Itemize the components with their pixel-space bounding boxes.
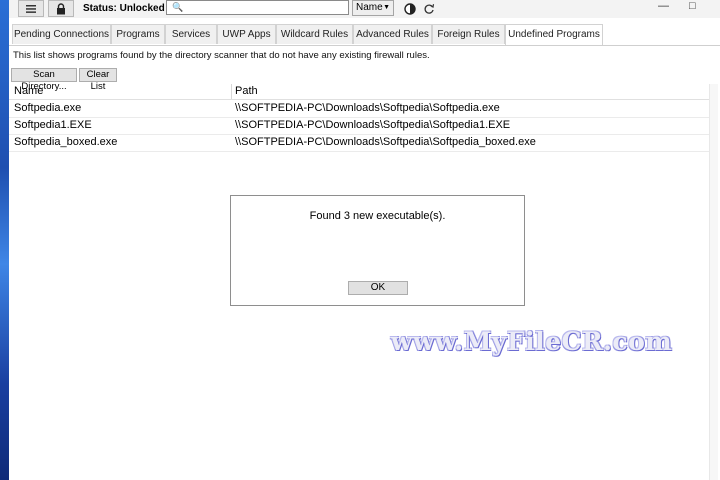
tab-services[interactable]: Services: [165, 24, 217, 44]
minimize-button[interactable]: —: [658, 0, 669, 12]
search-icon: 🔍: [172, 2, 184, 12]
tab-bar: Pending Connections Programs Services UW…: [9, 24, 720, 46]
lock-icon: [57, 2, 65, 14]
program-path: \\SOFTPEDIA-PC\Downloads\Softpedia\Softp…: [235, 136, 536, 148]
search-input[interactable]: [183, 2, 343, 13]
column-header-path[interactable]: Path: [235, 85, 258, 97]
lock-button[interactable]: [48, 0, 74, 17]
watermark-text: www.MyFileCR.com: [391, 327, 673, 356]
list-item[interactable]: Softpedia_boxed.exe \\SOFTPEDIA-PC\Downl…: [9, 134, 713, 152]
desktop-background-strip: [0, 0, 9, 480]
list-item[interactable]: Softpedia.exe \\SOFTPEDIA-PC\Downloads\S…: [9, 100, 713, 118]
tab-advanced-rules[interactable]: Advanced Rules: [353, 24, 432, 44]
globe-toggle-icon[interactable]: [404, 3, 416, 15]
tab-wildcard-rules[interactable]: Wildcard Rules: [276, 24, 353, 44]
tab-undefined-programs[interactable]: Undefined Programs: [505, 24, 603, 45]
program-path: \\SOFTPEDIA-PC\Downloads\Softpedia\Softp…: [235, 102, 500, 114]
ok-button[interactable]: OK: [348, 281, 408, 295]
refresh-icon[interactable]: [423, 3, 435, 15]
scan-directory-button[interactable]: Scan Directory...: [11, 68, 77, 92]
list-item[interactable]: Softpedia1.EXE \\SOFTPEDIA-PC\Downloads\…: [9, 117, 713, 135]
tab-description: This list shows programs found by the di…: [13, 50, 430, 61]
chevron-down-icon: ▼: [383, 4, 390, 11]
program-name: Softpedia.exe: [14, 102, 82, 114]
clear-list-button[interactable]: Clear List: [79, 68, 117, 92]
sort-select[interactable]: Name ▼: [352, 0, 394, 16]
tab-pending-connections[interactable]: Pending Connections: [12, 24, 111, 44]
toolbar: Status: Unlocked 🔍 Name ▼ — □: [9, 0, 720, 18]
tab-programs[interactable]: Programs: [111, 24, 165, 44]
tinywall-window: Status: Unlocked 🔍 Name ▼ — □ Pending Co…: [9, 0, 720, 480]
hamburger-icon: [26, 4, 36, 13]
message-dialog: Found 3 new executable(s). OK: [230, 195, 525, 306]
dialog-message: Found 3 new executable(s).: [309, 210, 446, 222]
maximize-button[interactable]: □: [689, 0, 696, 12]
vertical-scrollbar[interactable]: [709, 84, 718, 480]
tab-foreign-rules[interactable]: Foreign Rules: [432, 24, 505, 44]
tab-uwp-apps[interactable]: UWP Apps: [217, 24, 276, 44]
column-divider[interactable]: [231, 84, 232, 99]
program-name: Softpedia1.EXE: [14, 119, 92, 131]
program-name: Softpedia_boxed.exe: [14, 136, 118, 148]
column-header-name[interactable]: Name: [14, 85, 43, 97]
menu-button[interactable]: [18, 0, 44, 17]
status-label: Status: Unlocked: [83, 3, 165, 14]
sort-select-value: Name: [356, 2, 383, 13]
program-path: \\SOFTPEDIA-PC\Downloads\Softpedia\Softp…: [235, 119, 511, 131]
search-box[interactable]: 🔍: [166, 0, 349, 15]
list-header: Name Path: [9, 84, 713, 100]
